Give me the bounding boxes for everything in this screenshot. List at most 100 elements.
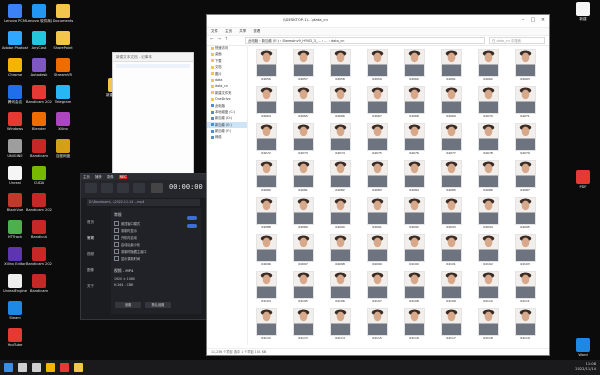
ribbon-tab[interactable]: 主页 [225,29,232,33]
file-thumbnail[interactable]: 04073 [289,123,317,159]
system-clock[interactable]: 11:08 2022/11/14 [575,362,596,372]
file-thumbnail[interactable]: 04099 [363,234,391,270]
output-path[interactable]: D:\Bandicam\...\2022-11-14 ...mp4 [87,199,200,206]
desktop-shortcut[interactable]: Lenovo PCM [2,4,28,23]
defaults-button[interactable]: 默认设置 [145,302,171,308]
file-thumbnail[interactable]: 04071 [511,86,539,122]
desktop-shortcut[interactable]: Documents [50,4,76,23]
option-row[interactable]: 开机时启动 [111,234,201,241]
explorer-titlebar[interactable]: \\DESKTOP-1\...\data_cn – □ × [207,15,549,28]
file-thumbnail[interactable]: 04108 [400,271,428,307]
file-thumbnail[interactable]: 04097 [289,234,317,270]
file-thumbnail[interactable]: 04070 [474,86,502,122]
address-bar[interactable]: 此电脑 › 新加卷 (E:) › StereoInv9_HYVD_3_... ›… [245,37,485,44]
file-thumbnail[interactable]: 04084 [400,160,428,196]
checkbox-icon[interactable] [114,221,119,226]
file-thumbnail[interactable]: 04100 [400,234,428,270]
game-mode-icon[interactable] [117,183,129,193]
sidebar-item-video[interactable]: 视频 [85,246,107,262]
file-thumbnail[interactable]: 04094 [474,197,502,233]
close-icon[interactable]: × [539,17,547,24]
chrome-icon[interactable] [46,363,55,372]
desktop-shortcut[interactable]: Adobe Photoshop [2,31,28,50]
option-row[interactable]: 显示录制时间 [111,255,201,262]
notepad-window[interactable]: 新建文本文档 - 记事本 [112,52,194,176]
back-forward-icon[interactable]: ← → ↑ [210,37,229,42]
file-thumbnail[interactable]: 04074 [326,123,354,159]
file-thumbnail[interactable]: 04080 [252,160,280,196]
file-thumbnail[interactable]: 04110 [474,271,502,307]
file-thumbnail[interactable]: 04061 [437,49,465,85]
file-explorer-window[interactable]: \\DESKTOP-1\...\data_cn – □ × 文件 主页 共享 查… [206,14,550,356]
desktop-shortcut[interactable]: Windows [2,112,28,131]
file-thumbnail[interactable]: 04086 [474,160,502,196]
file-thumbnail[interactable]: 04081 [289,160,317,196]
sidebar-item-about[interactable]: 关于 [85,278,107,294]
desktop-shortcut[interactable]: BlackVue [2,193,28,212]
file-thumbnail[interactable]: 04068 [400,86,428,122]
desktop-shortcut[interactable]: Bandicam 2022.11 [26,193,52,212]
file-thumbnail[interactable]: 04059 [363,49,391,85]
search-icon[interactable] [18,363,27,372]
desktop-shortcut[interactable]: Bandicam [26,274,52,293]
file-thumbnail[interactable]: 04072 [252,123,280,159]
desktop-shortcut[interactable]: UnrealEngine [2,274,28,293]
desktop-shortcut[interactable]: Blender [26,112,52,131]
windows-start-icon[interactable] [4,363,13,372]
file-thumbnail[interactable]: 04089 [289,197,317,233]
file-thumbnail[interactable]: 04107 [363,271,391,307]
checkbox-icon[interactable] [114,228,119,233]
desktop-shortcut[interactable]: Xilinx [50,112,76,131]
file-thumbnail[interactable]: 04064 [252,86,280,122]
file-thumbnail[interactable]: 04065 [289,86,317,122]
toggle-switch[interactable] [187,224,197,228]
desktop-shortcut[interactable]: Word [570,338,596,357]
file-thumbnail[interactable]: 04058 [326,49,354,85]
desktop-shortcut[interactable]: CUDA [26,166,52,185]
checkbox-icon[interactable] [114,256,119,261]
file-thumbnail[interactable]: 04109 [437,271,465,307]
desktop-shortcut[interactable]: 百度网盘 [50,139,76,158]
desktop-shortcut[interactable]: AnyCast [26,31,52,50]
file-thumbnail[interactable]: 04111 [511,271,539,307]
desktop-shortcut[interactable]: HTTrack [2,220,28,239]
sidebar-item-home[interactable]: 首页 [85,214,107,230]
file-thumbnail[interactable]: 04060 [400,49,428,85]
file-thumbnail[interactable]: 04092 [400,197,428,233]
search-input[interactable]: 在 data_cn 中搜索 [489,37,545,44]
file-thumbnail[interactable]: 04087 [511,160,539,196]
desktop-shortcut[interactable]: 腾讯会议 [2,85,28,104]
desktop-shortcut[interactable]: 新建 [570,2,596,21]
file-thumbnail[interactable]: 04113 [289,308,317,344]
file-thumbnail[interactable]: 04116 [400,308,428,344]
file-thumbnail[interactable]: 04085 [437,160,465,196]
explorer-icon[interactable] [74,363,83,372]
checkbox-icon[interactable] [114,235,119,240]
file-thumbnail[interactable]: 04067 [363,86,391,122]
recorder-window[interactable]: 主页 捕获 录像 REC 00:00:00 D:\Bandicam\...\20… [80,173,207,320]
file-thumbnail[interactable]: 04083 [363,160,391,196]
desktop-shortcut[interactable]: UNIGINE [2,139,28,158]
file-thumbnail[interactable]: 04106 [326,271,354,307]
file-thumbnail[interactable]: 04115 [363,308,391,344]
record-button[interactable] [151,183,163,193]
desktop-shortcut[interactable]: StreamVR [50,58,76,77]
file-thumbnail[interactable]: 04114 [326,308,354,344]
file-thumbnail[interactable]: 04082 [326,160,354,196]
desktop-shortcut[interactable]: Lenovo 软件商店 [26,4,52,23]
file-thumbnail[interactable]: 04075 [363,123,391,159]
file-thumbnail[interactable]: 04117 [437,308,465,344]
file-thumbnail[interactable]: 04079 [511,123,539,159]
toggle-switch[interactable] [187,216,197,220]
file-thumbnail[interactable]: 04112 [252,308,280,344]
desktop-shortcut[interactable]: Bandicam 2022.11 [26,85,52,104]
settings-button[interactable]: 设置 [115,302,141,308]
file-thumbnail[interactable]: 04057 [289,49,317,85]
sidebar-item-image[interactable]: 图像 [85,262,107,278]
desktop-shortcut[interactable]: SharePoint [50,31,76,50]
file-thumbnail[interactable]: 04098 [326,234,354,270]
desktop-shortcut[interactable]: PDF [570,170,596,189]
checkbox-icon[interactable] [114,242,119,247]
ribbon-tab[interactable]: 共享 [239,29,246,33]
file-thumbnail[interactable]: 04090 [326,197,354,233]
